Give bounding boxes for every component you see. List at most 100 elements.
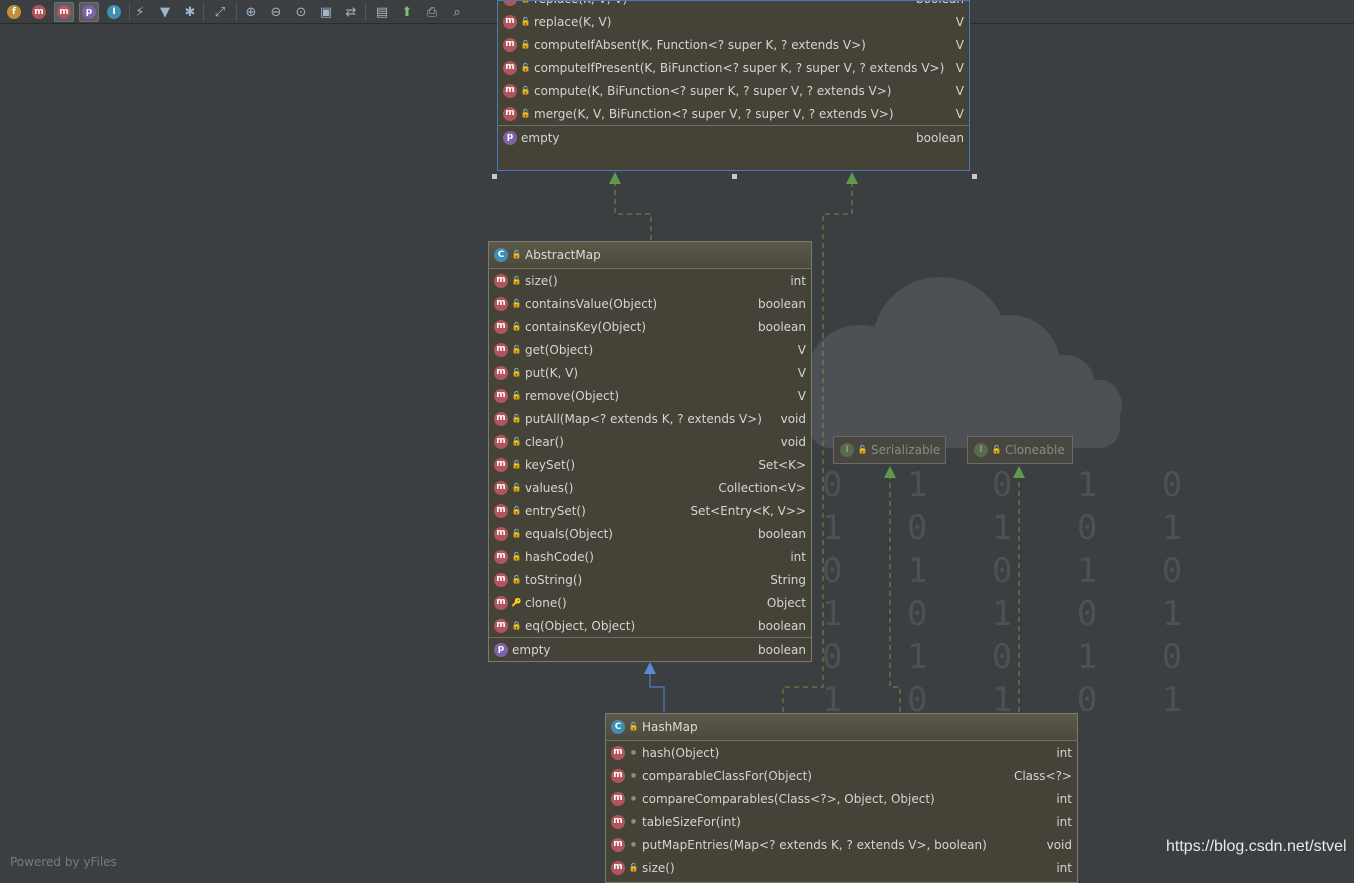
method-row[interactable]: m ● tableSizeFor(int) int xyxy=(606,810,1077,833)
method-signature: compute(K, BiFunction<? super K, ? super… xyxy=(534,83,892,98)
method-icon: m xyxy=(503,83,517,98)
serializable-node[interactable]: I 🔓 Serializable xyxy=(833,436,946,464)
public-icon: 🔓 xyxy=(511,298,522,308)
package-private-icon: ● xyxy=(630,817,637,825)
method-icon: m xyxy=(494,342,508,357)
return-type: int xyxy=(790,549,806,564)
method-signature: eq(Object, Object) xyxy=(525,618,636,633)
selection-handle[interactable] xyxy=(492,174,497,179)
method-icon: m xyxy=(503,14,517,29)
method-signature: clone() xyxy=(525,595,567,610)
method-icon: m xyxy=(503,106,517,121)
method-row[interactable]: m 🔓 clear() void xyxy=(489,430,811,453)
method-row[interactable]: m 🔓 putAll(Map<? extends K, ? extends V>) v… xyxy=(489,407,811,430)
class-icon: C xyxy=(611,720,625,734)
method-icon: m xyxy=(494,572,508,587)
method-row[interactable]: m 🔓 keySet() Set<K> xyxy=(489,453,811,476)
method-row[interactable]: m 🔓 toString() String xyxy=(489,568,811,591)
return-type: Object xyxy=(766,595,806,610)
return-type: V xyxy=(797,365,806,380)
method-signature: get(Object) xyxy=(525,342,594,357)
arrowhead xyxy=(1013,466,1025,478)
public-icon: 🔓 xyxy=(520,16,531,26)
method-row[interactable]: m 🔓 replace(K, V) V xyxy=(498,10,969,33)
return-type: V xyxy=(797,342,806,357)
return-type: V xyxy=(955,60,964,75)
abstract-map-header: C 🔓 AbstractMap xyxy=(489,242,811,269)
property-name: empty xyxy=(521,130,560,145)
method-signature: computeIfAbsent(K, Function<? super K, ?… xyxy=(534,37,866,52)
method-row[interactable]: m 🔓 size() int xyxy=(489,269,811,292)
method-row[interactable]: m 🔑 clone() Object xyxy=(489,591,811,614)
return-type: boolean xyxy=(758,296,806,311)
selection-handle[interactable] xyxy=(972,174,977,179)
property-row[interactable]: p empty boolean xyxy=(498,126,969,149)
method-row[interactable]: m ● hash(Object) int xyxy=(606,741,1077,764)
method-icon: m xyxy=(494,480,508,495)
method-row[interactable]: m 🔓 compute(K, BiFunction<? super K, ? sup… xyxy=(498,79,969,102)
abstract-map-title: AbstractMap xyxy=(525,248,601,262)
method-signature: clear() xyxy=(525,434,564,449)
property-row[interactable]: p empty boolean xyxy=(489,638,811,661)
property-icon: p xyxy=(503,130,517,145)
arrowhead xyxy=(609,172,621,184)
method-row[interactable]: m 🔓 computeIfPresent(K, BiFunction<? super… xyxy=(498,56,969,79)
method-row[interactable]: m 🔓 get(Object) V xyxy=(489,338,811,361)
method-row[interactable]: m 🔓 entrySet() Set<Entry<K, V>> xyxy=(489,499,811,522)
method-row[interactable]: m 🔓 put(K, V) V xyxy=(489,361,811,384)
method-row[interactable]: m 🔓 containsKey(Object) boolean xyxy=(489,315,811,338)
public-icon: 🔓 xyxy=(521,1,531,3)
return-type: Collection<V> xyxy=(718,480,806,495)
abstract-map-node[interactable]: C 🔓 AbstractMap m 🔓 size() int m 🔓 containsVal… xyxy=(488,241,812,662)
method-row[interactable]: m ● putMapEntries(Map<? extends K, ? exten… xyxy=(606,833,1077,856)
return-type: Set<Entry<K, V>> xyxy=(690,503,806,518)
edge-hashmap-implements-serializable xyxy=(889,474,901,712)
method-icon: m xyxy=(494,595,508,610)
method-icon: m xyxy=(611,837,625,852)
abstract-class-icon: C xyxy=(494,248,508,262)
method-signature: replace(K, V, V) xyxy=(534,1,906,6)
public-icon: 🔓 xyxy=(511,344,522,354)
method-icon: m xyxy=(494,273,508,288)
method-row[interactable]: m ● compareComparables(Class<?>, Object, O… xyxy=(606,787,1077,810)
method-signature: keySet() xyxy=(525,457,576,472)
hash-map-node[interactable]: C 🔓 HashMap m ● hash(Object) int m ● comparabl… xyxy=(605,713,1078,883)
interface-icon: I xyxy=(974,443,988,457)
method-row[interactable]: m 🔓 equals(Object) boolean xyxy=(489,522,811,545)
public-icon: 🔓 xyxy=(511,275,522,285)
method-signature: compareComparables(Class<?>, Object, Obj… xyxy=(642,791,935,806)
public-icon: 🔓 xyxy=(520,108,531,118)
map-interface-node[interactable]: m🔓replace(K, V, V)booleanm🔓replace(K, V)… xyxy=(497,0,970,171)
package-private-icon: ● xyxy=(630,771,637,779)
property-name: empty xyxy=(512,642,551,657)
cloneable-title: Cloneable xyxy=(1005,443,1065,457)
method-icon: m xyxy=(503,37,517,52)
package-private-icon: ● xyxy=(630,748,637,756)
method-icon: m xyxy=(494,503,508,518)
method-signature: toString() xyxy=(525,572,583,587)
public-icon: 🔓 xyxy=(511,482,522,492)
method-signature: containsValue(Object) xyxy=(525,296,658,311)
public-icon: 🔓 xyxy=(511,413,522,423)
method-icon: m xyxy=(611,745,625,760)
method-row[interactable]: m 🔓 remove(Object) V xyxy=(489,384,811,407)
method-row[interactable]: m 🔓 hashCode() int xyxy=(489,545,811,568)
protected-icon: 🔑 xyxy=(511,597,522,607)
method-row[interactable]: m ● comparableClassFor(Object) Class<?> xyxy=(606,764,1077,787)
cloneable-node[interactable]: I 🔓 Cloneable xyxy=(967,436,1073,464)
package-private-icon: ● xyxy=(630,840,637,848)
edge-hashmap-extends-abstractmap xyxy=(649,674,665,712)
method-row[interactable]: m 🔓 containsValue(Object) boolean xyxy=(489,292,811,315)
method-row[interactable]: m 🔓replace(K, V, V) boolean xyxy=(498,1,969,10)
method-icon: m xyxy=(494,434,508,449)
method-row[interactable]: m 🔓 values() Collection<V> xyxy=(489,476,811,499)
method-icon: m xyxy=(503,60,517,75)
selection-handle[interactable] xyxy=(732,174,737,179)
edge-abstractmap-implements xyxy=(614,180,652,240)
method-icon: m xyxy=(494,411,508,426)
return-type: int xyxy=(1056,745,1072,760)
method-signature: comparableClassFor(Object) xyxy=(642,768,812,783)
method-row[interactable]: m 🔓 computeIfAbsent(K, Function<? super K,… xyxy=(498,33,969,56)
method-row[interactable]: m 🔒 eq(Object, Object) boolean xyxy=(489,614,811,637)
method-row[interactable]: m 🔓 merge(K, V, BiFunction<? super V, ? su… xyxy=(498,102,969,125)
